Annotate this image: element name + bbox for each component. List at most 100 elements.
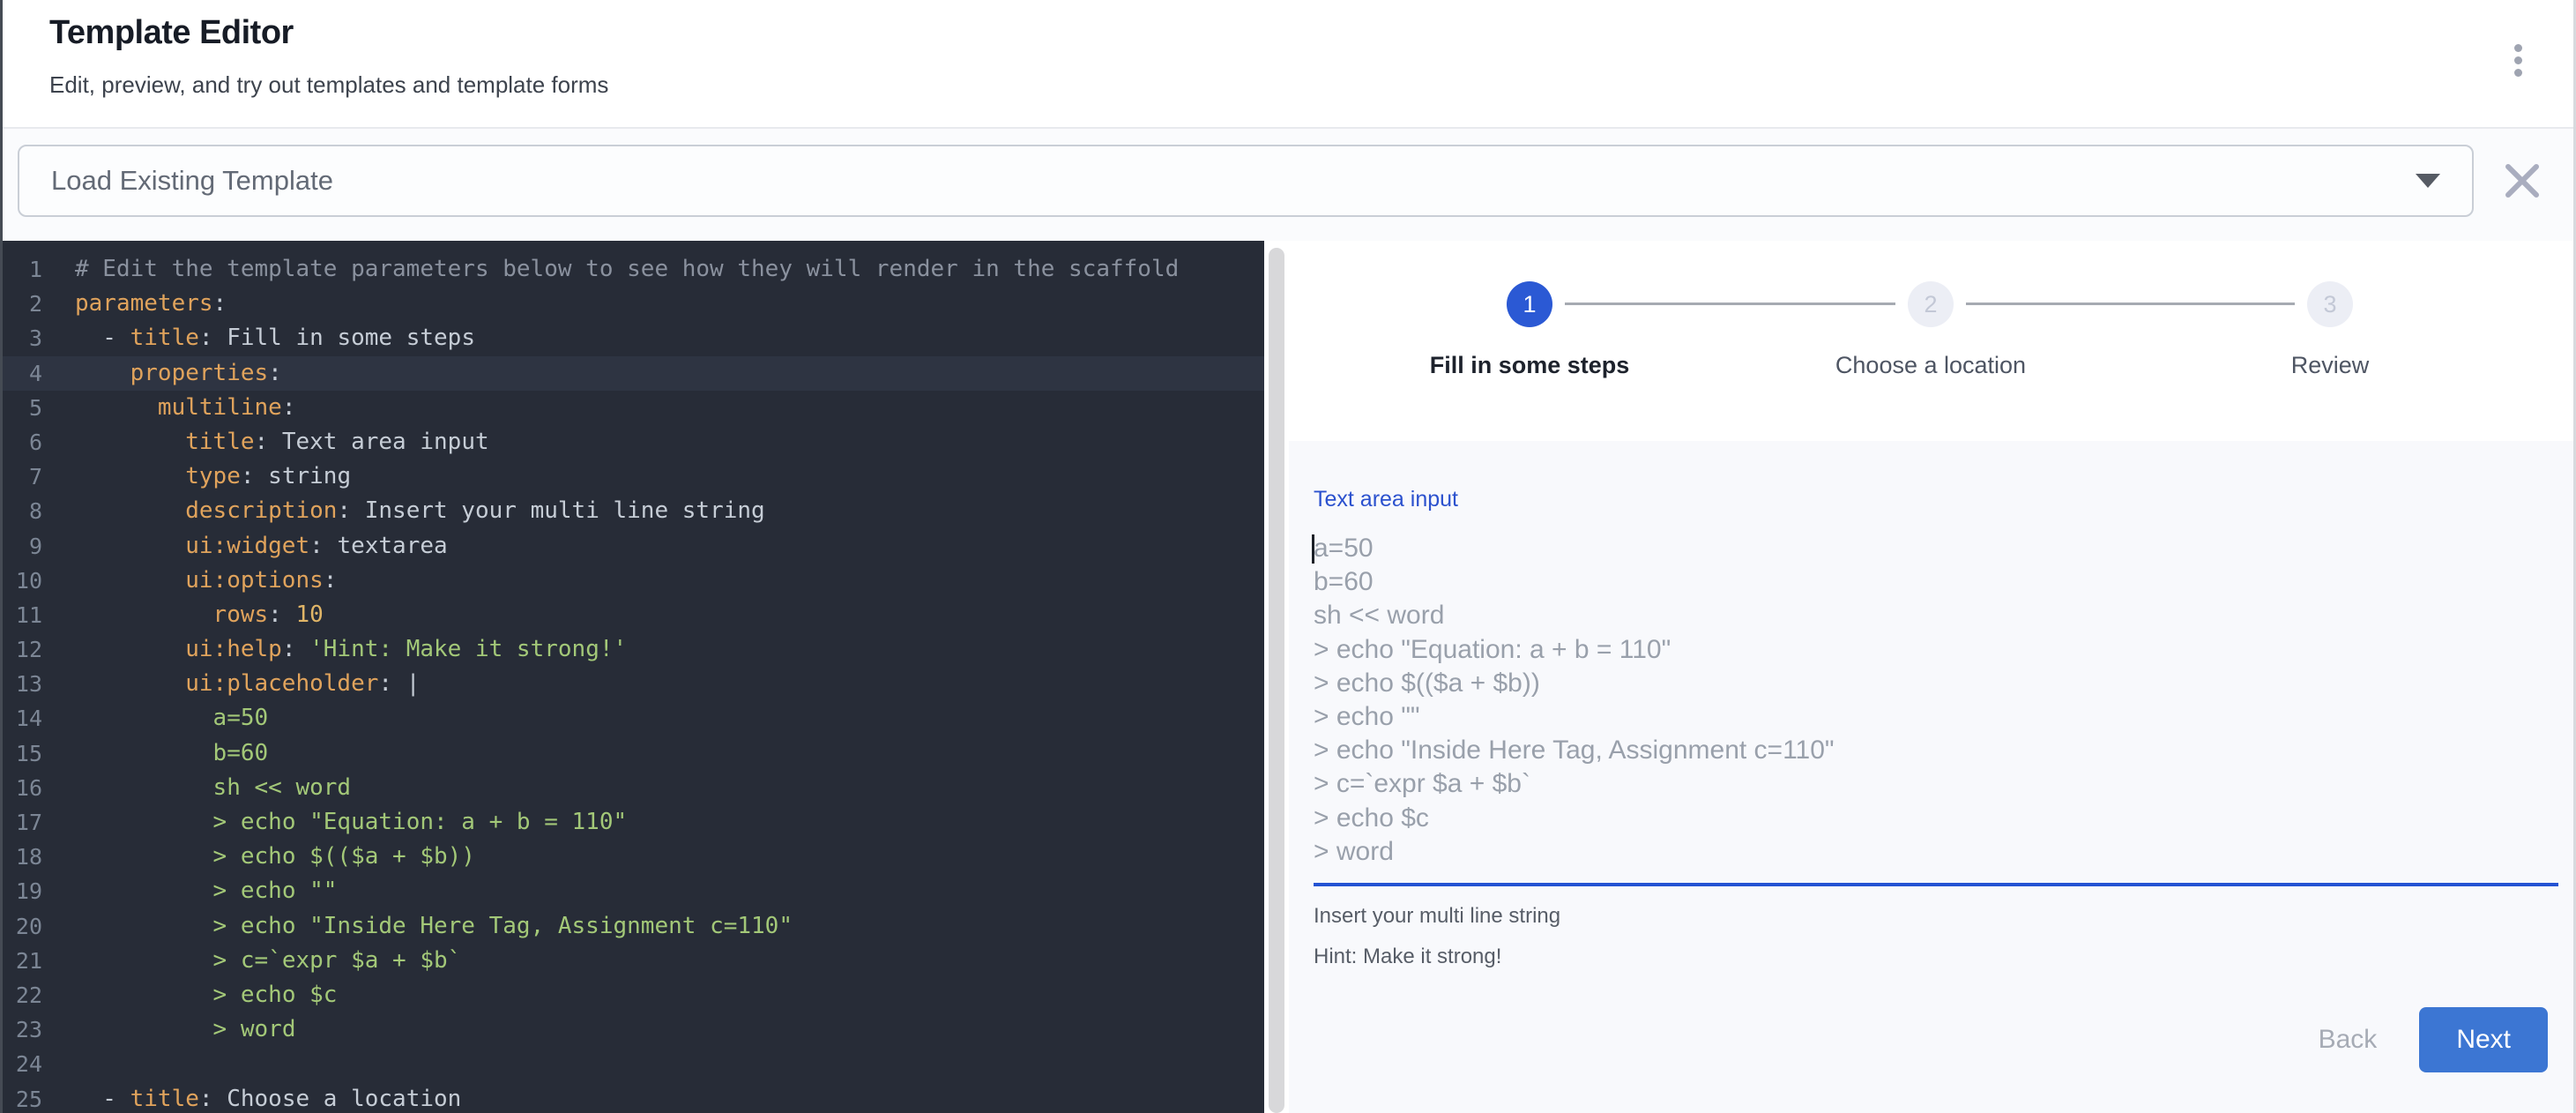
close-icon (2500, 159, 2544, 203)
clear-selection-button[interactable] (2500, 159, 2544, 203)
editor-line: 12 ui:help: 'Hint: Make it strong!' (0, 632, 1264, 667)
code-line-content: # Edit the template parameters below to … (42, 252, 1179, 287)
input-focus-underline (1314, 883, 2558, 886)
code-line-content: > echo $(($a + $b)) (42, 840, 475, 874)
form-section: Text area input a=50 b=60 sh << word > e… (1289, 441, 2576, 1113)
editor-line: 6 title: Text area input (0, 425, 1264, 459)
line-number: 8 (0, 494, 42, 528)
editor-line: 11 rows: 10 (0, 598, 1264, 632)
kebab-menu-icon (2514, 69, 2522, 77)
line-number: 25 (0, 1082, 42, 1113)
line-number: 1 (0, 252, 42, 287)
code-line-content: > echo $c (42, 978, 337, 1012)
line-number: 18 (0, 840, 42, 874)
editor-line: 14 a=50 (0, 701, 1264, 736)
code-line-content: - title: Choose a location (42, 1082, 461, 1113)
editor-line: 18 > echo $(($a + $b)) (0, 840, 1264, 874)
step-3: 3Review (2127, 281, 2533, 379)
editor-line: 1# Edit the template parameters below to… (0, 252, 1264, 287)
stepper: 1 Fill in some steps 2 Choose a location3Re… (1289, 241, 2576, 441)
load-template-select[interactable]: Load Existing Template (18, 145, 2474, 217)
editor-line: 3 - title: Fill in some steps (0, 321, 1264, 355)
step-2: 2 Choose a location (1728, 281, 2133, 379)
line-number: 12 (0, 632, 42, 667)
line-number: 10 (0, 564, 42, 598)
editor-line: 5 multiline: (0, 391, 1264, 425)
kebab-menu-icon (2514, 44, 2522, 52)
editor-scrollbar-track (1264, 241, 1289, 1113)
step-label: Choose a location (1728, 352, 2133, 379)
step-1: 1 Fill in some steps (1327, 281, 1732, 379)
code-line-content: > c=`expr $a + $b` (42, 944, 461, 978)
code-line-content: type: string (42, 459, 351, 494)
editor-line: 7 type: string (0, 459, 1264, 494)
line-number: 21 (0, 944, 42, 978)
code-line-content: > echo "" (42, 874, 337, 908)
kebab-menu-icon (2514, 56, 2522, 64)
editor-line: 4 properties: (0, 356, 1264, 391)
editor-line: 9 ui:widget: textarea (0, 529, 1264, 564)
wizard-buttons: Back Next (2299, 1007, 2548, 1072)
editor-scrollbar-thumb[interactable] (1269, 248, 1284, 1113)
code-line-content: > echo "Inside Here Tag, Assignment c=11… (42, 909, 793, 944)
kebab-menu-button[interactable] (2498, 32, 2537, 88)
step-circle: 2 (1908, 281, 1954, 327)
code-line-content: - title: Fill in some steps (42, 321, 475, 355)
line-number: 19 (0, 874, 42, 908)
preview-pane: 1 Fill in some steps 2 Choose a location3Re… (1289, 241, 2576, 1113)
line-number: 23 (0, 1012, 42, 1047)
code-editor[interactable]: 1# Edit the template parameters below to… (0, 241, 1264, 1113)
editor-line: 15 b=60 (0, 736, 1264, 771)
editor-line: 24 (0, 1047, 1264, 1081)
page-header: Template Editor Edit, preview, and try o… (0, 0, 2576, 129)
code-line-content: parameters: (42, 287, 227, 321)
editor-line: 19 > echo "" (0, 874, 1264, 908)
editor-line: 20 > echo "Inside Here Tag, Assignment c… (0, 909, 1264, 944)
next-button[interactable]: Next (2419, 1007, 2548, 1072)
code-line-content: > word (42, 1012, 295, 1047)
line-number: 9 (0, 529, 42, 564)
field-label: Text area input (1314, 487, 2558, 512)
dropdown-caret-icon (2416, 174, 2440, 188)
code-line-content: multiline: (42, 391, 295, 425)
code-line-content: a=50 (42, 701, 268, 736)
line-number: 17 (0, 805, 42, 840)
line-number: 14 (0, 701, 42, 736)
code-editor-lines: 1# Edit the template parameters below to… (0, 252, 1264, 1113)
text-cursor (1312, 534, 1314, 564)
editor-line: 22 > echo $c (0, 978, 1264, 1012)
line-number: 22 (0, 978, 42, 1012)
line-number: 3 (0, 321, 42, 355)
code-line-content: b=60 (42, 736, 268, 771)
textarea-input[interactable]: a=50 b=60 sh << word > echo "Equation: a… (1314, 532, 2558, 869)
line-number: 6 (0, 425, 42, 459)
main-split: 1# Edit the template parameters below to… (0, 241, 2576, 1113)
line-number: 2 (0, 287, 42, 321)
editor-line: 16 sh << word (0, 771, 1264, 805)
editor-line: 13 ui:placeholder: | (0, 667, 1264, 701)
back-button[interactable]: Back (2299, 1012, 2397, 1067)
code-line-content (42, 1047, 75, 1081)
editor-line: 23 > word (0, 1012, 1264, 1047)
step-label: Fill in some steps (1327, 352, 1732, 379)
code-line-content: ui:options: (42, 564, 337, 598)
code-line-content: ui:placeholder: | (42, 667, 420, 701)
editor-line: 8 description: Insert your multi line st… (0, 494, 1264, 528)
code-line-content: properties: (42, 356, 282, 391)
textarea-placeholder-text: a=50 b=60 sh << word > echo "Equation: a… (1314, 532, 2558, 869)
template-loader-section: Load Existing Template (0, 129, 2576, 241)
line-number: 5 (0, 391, 42, 425)
line-number: 4 (0, 356, 42, 391)
step-circle: 3 (2307, 281, 2353, 327)
field-description: Insert your multi line string (1314, 904, 2558, 929)
page-subtitle: Edit, preview, and try out templates and… (49, 71, 2576, 99)
select-placeholder: Load Existing Template (51, 165, 2416, 197)
line-number: 20 (0, 909, 42, 944)
line-number: 13 (0, 667, 42, 701)
line-number: 24 (0, 1047, 42, 1081)
page-title: Template Editor (49, 14, 2576, 52)
line-number: 16 (0, 771, 42, 805)
step-circle: 1 (1507, 281, 1552, 327)
editor-line: 10 ui:options: (0, 564, 1264, 598)
editor-line: 25 - title: Choose a location (0, 1082, 1264, 1113)
